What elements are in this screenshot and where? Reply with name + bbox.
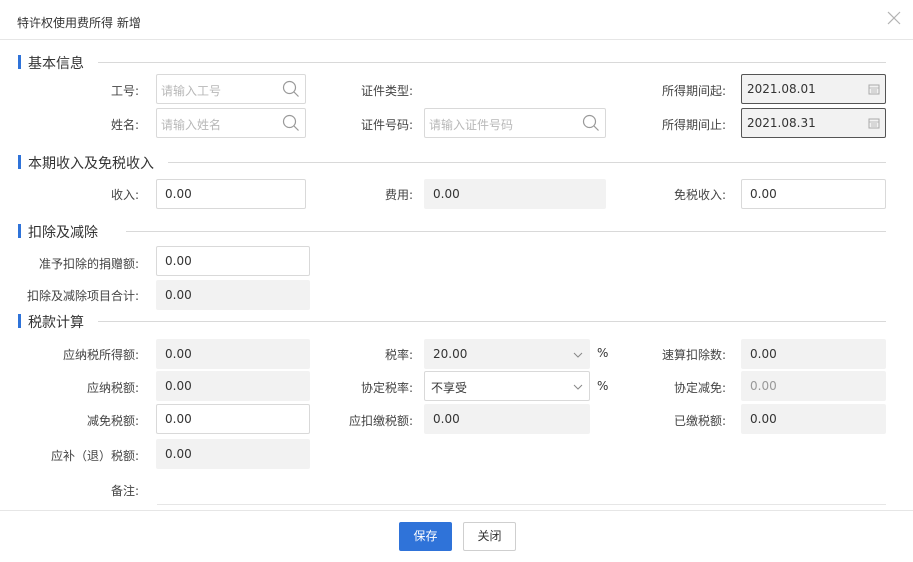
tax-refund-value: 0.00 bbox=[165, 447, 192, 461]
dialog-title: 特许权使用费所得 新增 bbox=[17, 16, 141, 30]
tax-payable-field: 0.00 bbox=[156, 371, 310, 401]
section-basic-info: 基本信息 bbox=[18, 54, 886, 72]
section-divider bbox=[126, 231, 886, 232]
period-end-label: 所得期间止: bbox=[661, 118, 726, 132]
withholding-tax-label: 应扣缴税额: bbox=[348, 414, 413, 428]
section-marker bbox=[18, 314, 21, 328]
agreed-relief-field: 0.00 bbox=[741, 371, 886, 401]
tax-rate-label: 税率: bbox=[384, 348, 413, 362]
paid-tax-value: 0.00 bbox=[750, 412, 777, 426]
close-icon[interactable] bbox=[885, 9, 903, 27]
section-title: 税款计算 bbox=[28, 315, 84, 331]
taxable-income-field: 0.00 bbox=[156, 339, 310, 369]
expense-label: 费用: bbox=[384, 188, 413, 202]
agreed-relief-label: 协定减免: bbox=[673, 381, 726, 395]
donation-label: 准予扣除的捐赠额: bbox=[38, 257, 139, 271]
quick-deduction-field: 0.00 bbox=[741, 339, 886, 369]
tax-refund-label: 应补（退）税额: bbox=[50, 449, 139, 463]
period-end-date[interactable]: 2021.08.31 bbox=[741, 108, 886, 138]
deduction-total-value: 0.00 bbox=[165, 288, 192, 302]
chevron-down-icon[interactable] bbox=[573, 351, 583, 359]
income-label: 收入: bbox=[110, 188, 139, 202]
quick-deduction-label: 速算扣除数: bbox=[661, 348, 726, 362]
agreed-relief-value: 0.00 bbox=[750, 379, 777, 393]
period-start-date[interactable]: 2021.08.01 bbox=[741, 74, 886, 104]
tax-payable-label: 应纳税额: bbox=[86, 381, 139, 395]
section-title: 基本信息 bbox=[28, 56, 84, 72]
tax-relief-value: 0.00 bbox=[165, 412, 192, 426]
period-end-value: 2021.08.31 bbox=[747, 116, 816, 130]
withholding-tax-field: 0.00 bbox=[424, 404, 590, 434]
id-number-label: 证件号码: bbox=[360, 118, 413, 132]
agreed-rate-unit: % bbox=[597, 379, 609, 393]
section-marker bbox=[18, 155, 21, 169]
tax-free-income-input[interactable]: 0.00 bbox=[741, 179, 886, 209]
agreed-rate-select[interactable]: 不享受 bbox=[424, 371, 590, 401]
deduction-total-field: 0.00 bbox=[156, 280, 310, 310]
footer-divider bbox=[0, 510, 913, 511]
withholding-tax-value: 0.00 bbox=[433, 412, 460, 426]
paid-tax-field: 0.00 bbox=[741, 404, 886, 434]
name-input[interactable]: 请输入姓名 bbox=[156, 108, 306, 138]
name-placeholder: 请输入姓名 bbox=[161, 118, 222, 132]
section-title: 扣除及减除 bbox=[28, 225, 98, 241]
section-title: 本期收入及免税收入 bbox=[28, 156, 154, 172]
id-number-input[interactable]: 请输入证件号码 bbox=[424, 108, 606, 138]
section-income: 本期收入及免税收入 bbox=[18, 154, 886, 172]
tax-relief-label: 减免税额: bbox=[86, 414, 139, 428]
income-input[interactable]: 0.00 bbox=[156, 179, 306, 209]
donation-value: 0.00 bbox=[165, 254, 192, 268]
section-divider bbox=[98, 62, 886, 63]
period-start-label: 所得期间起: bbox=[661, 84, 726, 98]
emp-id-placeholder: 请输入工号 bbox=[161, 84, 222, 98]
name-label: 姓名: bbox=[110, 118, 139, 132]
tax-payable-value: 0.00 bbox=[165, 379, 192, 393]
id-number-placeholder: 请输入证件号码 bbox=[429, 118, 514, 132]
emp-id-input[interactable]: 请输入工号 bbox=[156, 74, 306, 104]
emp-id-label: 工号: bbox=[110, 84, 139, 98]
remark-underline bbox=[157, 504, 886, 505]
calendar-icon[interactable] bbox=[868, 83, 880, 95]
agreed-rate-label: 协定税率: bbox=[360, 381, 413, 395]
tax-rate-value: 20.00 bbox=[433, 347, 468, 361]
section-deduction: 扣除及减除 bbox=[18, 223, 886, 241]
taxable-income-label: 应纳税所得额: bbox=[62, 348, 139, 362]
donation-input[interactable]: 0.00 bbox=[156, 246, 310, 276]
tax-rate-select[interactable]: 20.00 bbox=[424, 339, 590, 369]
period-start-value: 2021.08.01 bbox=[747, 82, 816, 96]
expense-field: 0.00 bbox=[424, 179, 606, 209]
section-marker bbox=[18, 224, 21, 238]
tax-free-income-value: 0.00 bbox=[750, 187, 777, 201]
tax-relief-input[interactable]: 0.00 bbox=[156, 404, 310, 434]
section-divider bbox=[98, 321, 886, 322]
search-icon[interactable] bbox=[282, 114, 300, 132]
remark-label: 备注: bbox=[110, 484, 139, 498]
search-icon[interactable] bbox=[582, 114, 600, 132]
deduction-total-label: 扣除及减除项目合计: bbox=[26, 289, 139, 303]
calendar-icon[interactable] bbox=[868, 117, 880, 129]
search-icon[interactable] bbox=[282, 80, 300, 98]
tax-free-income-label: 免税收入: bbox=[673, 188, 726, 202]
chevron-down-icon[interactable] bbox=[573, 383, 583, 391]
agreed-rate-value: 不享受 bbox=[431, 381, 468, 395]
dialog-header: 特许权使用费所得 新增 bbox=[0, 0, 913, 40]
quick-deduction-value: 0.00 bbox=[750, 347, 777, 361]
close-button[interactable]: 关闭 bbox=[463, 522, 516, 551]
section-marker bbox=[18, 55, 21, 69]
tax-refund-field: 0.00 bbox=[156, 439, 310, 469]
id-type-label: 证件类型: bbox=[360, 84, 413, 98]
remark-input[interactable] bbox=[157, 474, 886, 504]
tax-rate-unit: % bbox=[597, 346, 609, 360]
taxable-income-value: 0.00 bbox=[165, 347, 192, 361]
paid-tax-label: 已缴税额: bbox=[673, 414, 726, 428]
save-button[interactable]: 保存 bbox=[399, 522, 452, 551]
section-tax-calc: 税款计算 bbox=[18, 313, 886, 331]
income-value: 0.00 bbox=[165, 187, 192, 201]
section-divider bbox=[168, 162, 886, 163]
expense-value: 0.00 bbox=[433, 187, 460, 201]
